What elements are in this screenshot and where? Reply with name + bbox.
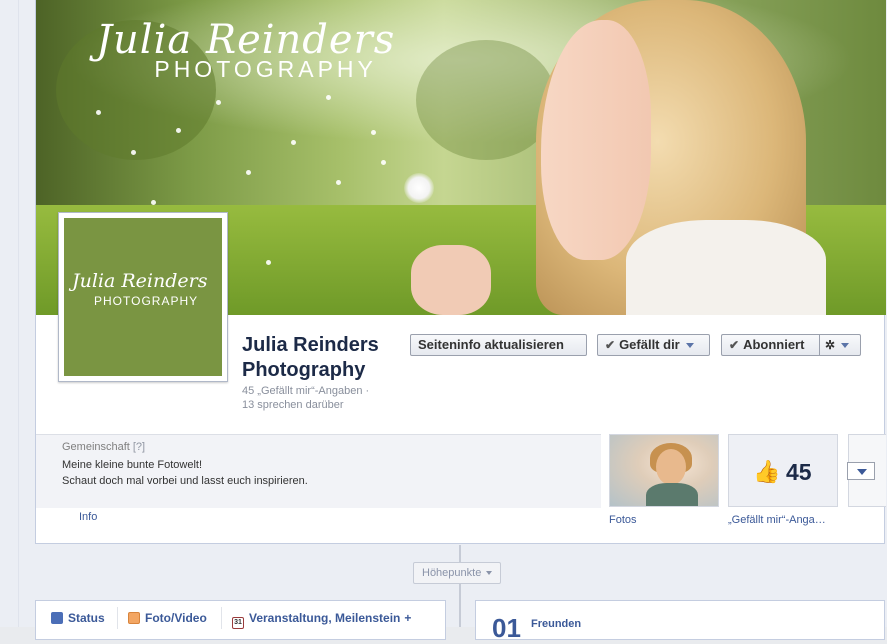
cover-logo-caps: PHOTOGRAPHY xyxy=(154,56,377,82)
subscribed-button[interactable]: ✔ Abonniert xyxy=(721,334,819,356)
chevron-down-icon xyxy=(685,343,694,349)
profile-logo: Julia Reinders PHOTOGRAPHY xyxy=(64,218,222,376)
timeline-spine xyxy=(459,545,461,627)
thumbs-up-icon: 👍 xyxy=(753,459,781,484)
cover-logo: Julia Reinders PHOTOGRAPHY xyxy=(96,18,395,83)
photos-app-thumbnail[interactable] xyxy=(609,434,719,507)
likes-stat[interactable]: 45 „Gefällt mir“-Angaben · xyxy=(242,385,369,397)
category-help-link[interactable]: [?] xyxy=(133,441,145,453)
info-link[interactable]: Info xyxy=(79,511,97,523)
calendar-icon: 31 xyxy=(232,617,244,629)
chevron-down-icon xyxy=(857,469,867,475)
chevron-down-icon xyxy=(486,571,493,576)
dandelion-icon xyxy=(404,173,434,203)
page-stats: 45 „Gefällt mir“-Angaben · 13 sprechen d… xyxy=(242,384,422,412)
profile-picture[interactable]: Julia Reinders PHOTOGRAPHY xyxy=(58,212,228,382)
about-section: Gemeinschaft [?] Meine kleine bunte Fotow… xyxy=(36,434,601,508)
talking-stat: 13 sprechen darüber xyxy=(242,399,344,411)
gear-icon: ✲ xyxy=(825,338,836,352)
pencil-icon xyxy=(51,612,63,624)
tab-event-milestone[interactable]: 31 Veranstaltung, Meilenstein + xyxy=(232,611,411,629)
photo-icon xyxy=(128,612,140,624)
page-category: Gemeinschaft [?] xyxy=(62,441,146,453)
plus-icon: + xyxy=(404,611,412,625)
friends-count: 01 xyxy=(492,613,521,643)
update-info-button[interactable]: Seiteninfo aktualisieren xyxy=(410,334,587,356)
apps-expand xyxy=(847,434,886,507)
composer-box: Status Foto/Video 31 Veranstaltung, Meile… xyxy=(35,600,446,640)
checkmark-icon: ✔ xyxy=(729,338,740,352)
tab-status[interactable]: Status xyxy=(51,611,105,625)
likes-app-box[interactable]: 👍 45 xyxy=(728,434,838,507)
photos-app-label[interactable]: Fotos xyxy=(609,514,637,526)
highlights-dropdown[interactable]: Höhepunkte xyxy=(413,562,502,584)
timeline-header-card: Julia Reinders PHOTOGRAPHY Julia Reinder… xyxy=(35,0,886,544)
liked-button[interactable]: ✔ Gefällt dir xyxy=(597,334,710,356)
tab-photo-video[interactable]: Foto/Video xyxy=(128,611,207,625)
likes-app-label[interactable]: „Gefällt mir“-Anga… xyxy=(728,514,826,526)
settings-menu-button[interactable]: ✲ xyxy=(819,334,861,356)
page-description: Meine kleine bunte Fotowelt! Schaut doch… xyxy=(62,459,308,487)
checkmark-icon: ✔ xyxy=(605,338,616,352)
friends-box: 01 Freunden xyxy=(475,600,885,643)
page-title[interactable]: Julia Reinders Photography xyxy=(242,333,422,383)
chevron-down-icon xyxy=(841,343,850,349)
likes-count: 45 xyxy=(786,459,812,485)
apps-expand-button[interactable] xyxy=(847,462,875,480)
friends-label[interactable]: Freunden xyxy=(531,618,581,630)
